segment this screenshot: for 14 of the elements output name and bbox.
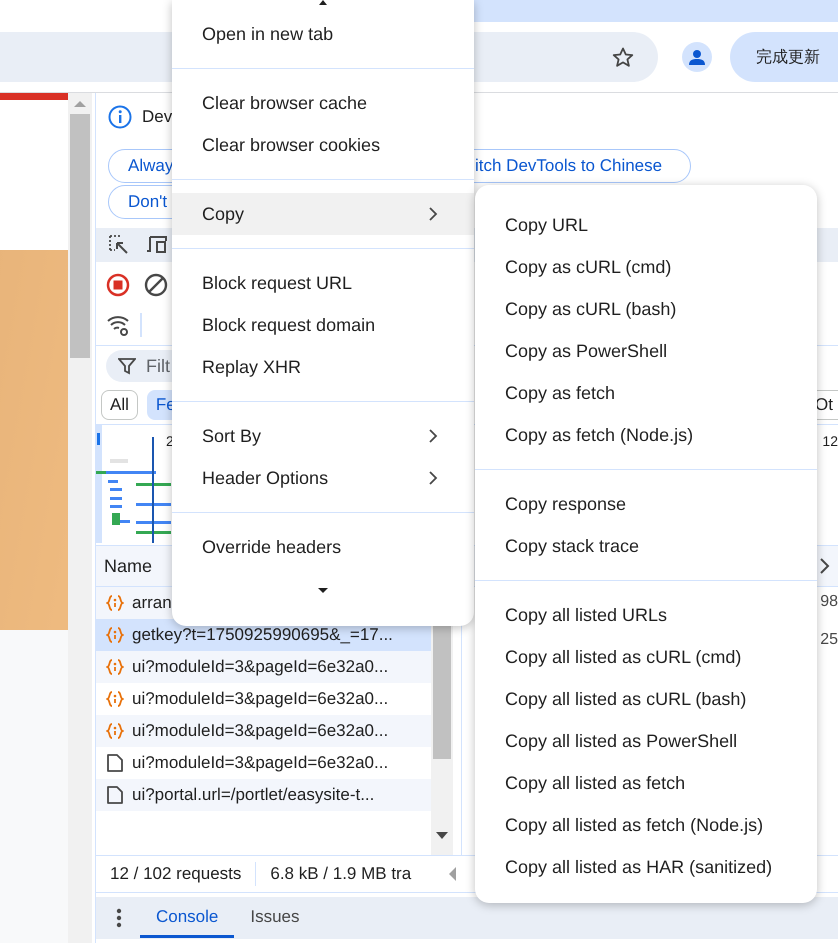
request-name: ui?moduleId=3&pageId=6e32a0... <box>132 657 388 677</box>
request-name: ui?moduleId=3&pageId=6e32a0... <box>132 753 388 773</box>
info-message: Dev <box>142 106 172 126</box>
table-cell: 25 <box>820 631 838 649</box>
request-name: ui?moduleId=3&pageId=6e32a0... <box>132 721 388 741</box>
filter-placeholder: Filt <box>146 356 170 376</box>
request-name: ui?moduleId=3&pageId=6e32a0... <box>132 689 388 709</box>
table-cell: 98 <box>820 593 838 611</box>
request-name: ui?portal.url=/portlet/easysite-t... <box>132 785 374 805</box>
request-name: getkey?t=1750925990695&_=17... <box>132 625 393 645</box>
request-name: arran <box>132 593 172 613</box>
transfer-size: 6.8 kB / 1.9 MB tra <box>269 864 412 884</box>
time-tick: 12 <box>822 433 838 449</box>
request-count: 12 / 102 requests <box>109 864 242 884</box>
